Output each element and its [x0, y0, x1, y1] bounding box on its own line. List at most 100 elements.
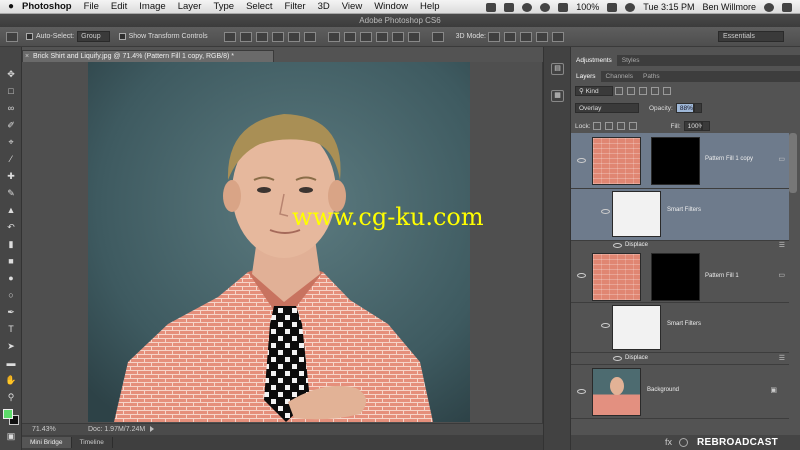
foreground-color-swatch[interactable] — [3, 409, 13, 419]
menu-help[interactable]: Help — [420, 1, 440, 12]
visibility-eye-icon[interactable] — [601, 323, 610, 328]
user-name[interactable]: Ben Willmore — [702, 2, 756, 12]
filter-type-icon[interactable] — [639, 87, 647, 95]
filter-options-icon[interactable]: ☰ — [779, 241, 785, 249]
menu-window[interactable]: Window — [374, 1, 408, 12]
timemachine-icon[interactable] — [522, 2, 533, 12]
eraser-tool-icon[interactable]: ▮ — [5, 239, 17, 250]
lock-transparent-icon[interactable] — [592, 122, 601, 130]
blur-tool-icon[interactable]: ● — [5, 273, 17, 284]
layer-name[interactable]: Pattern Fill 1 copy — [705, 156, 753, 162]
filter-adjustment-icon[interactable] — [627, 87, 635, 95]
wifi-icon[interactable] — [625, 2, 636, 12]
smart-filter-mask-thumbnail[interactable] — [612, 191, 661, 237]
align-middle-icon[interactable] — [239, 31, 252, 42]
close-tab-icon[interactable]: × — [25, 51, 29, 62]
align-bottom-icon[interactable] — [255, 31, 268, 42]
shape-tool-icon[interactable]: ▬ — [5, 358, 17, 369]
dodge-tool-icon[interactable]: ○ — [5, 290, 17, 301]
layer-pattern-fill-1-copy[interactable]: Pattern Fill 1 copy ▭ — [571, 133, 789, 189]
history-panel-icon[interactable]: ▤ — [551, 63, 564, 75]
smart-filter-mask-thumbnail[interactable] — [612, 305, 661, 350]
tab-timeline[interactable]: Timeline — [72, 437, 113, 448]
distribute-center-icon[interactable] — [391, 31, 404, 42]
bluetooth-icon[interactable] — [540, 2, 551, 12]
battery-icon[interactable] — [607, 2, 618, 12]
tab-channels[interactable]: Channels — [601, 71, 638, 82]
3d-pan-icon[interactable] — [519, 31, 532, 42]
move-tool-icon[interactable]: ✥ — [5, 69, 17, 80]
distribute-left-icon[interactable] — [375, 31, 388, 42]
doc-size[interactable]: Doc: 1.97M/7.24M — [88, 424, 145, 435]
notification-icon[interactable] — [782, 2, 792, 12]
filter-options-icon[interactable]: ☰ — [779, 354, 785, 362]
filter-displace[interactable]: Displace ☰ — [571, 241, 789, 251]
menu-type[interactable]: Type — [213, 1, 234, 12]
lasso-tool-icon[interactable]: ∞ — [5, 103, 17, 114]
airplay-icon[interactable] — [504, 2, 515, 12]
distribute-bottom-icon[interactable] — [359, 31, 372, 42]
brush-tool-icon[interactable]: ✎ — [5, 188, 17, 199]
align-left-icon[interactable] — [271, 31, 284, 42]
kind-filter-dropdown[interactable]: ⚲ Kind — [575, 86, 613, 96]
dropbox-icon[interactable] — [486, 2, 497, 12]
auto-select-dropdown[interactable]: Group — [77, 31, 110, 42]
blend-mode-dropdown[interactable]: Overlay — [575, 103, 639, 113]
menu-select[interactable]: Select — [246, 1, 272, 12]
tab-adjustments[interactable]: Adjustments — [571, 55, 617, 66]
menu-edit[interactable]: Edit — [111, 1, 127, 12]
menu-view[interactable]: View — [342, 1, 362, 12]
align-top-icon[interactable] — [223, 31, 236, 42]
filter-pixel-icon[interactable] — [615, 87, 623, 95]
layer-background[interactable]: Background ▣ — [571, 365, 789, 419]
layers-scrollbar[interactable] — [789, 133, 797, 193]
layer-thumbnail[interactable] — [592, 368, 641, 416]
filter-name[interactable]: Displace — [625, 242, 648, 248]
quick-select-tool-icon[interactable]: ✐ — [5, 120, 17, 131]
filter-smart-object-icon[interactable] — [663, 87, 671, 95]
visibility-eye-icon[interactable] — [613, 243, 622, 248]
gradient-tool-icon[interactable]: ■ — [5, 256, 17, 267]
hand-tool-icon[interactable]: ✋ — [5, 375, 17, 386]
zoom-tool-icon[interactable]: ⚲ — [5, 392, 17, 403]
distribute-right-icon[interactable] — [407, 31, 420, 42]
3d-scale-icon[interactable] — [551, 31, 564, 42]
opacity-slider-button[interactable] — [693, 103, 702, 113]
distribute-top-icon[interactable] — [327, 31, 340, 42]
document-image[interactable] — [88, 62, 470, 422]
fx-icon[interactable]: fx — [665, 437, 672, 447]
visibility-eye-icon[interactable] — [577, 273, 586, 278]
align-center-icon[interactable] — [287, 31, 300, 42]
history-brush-tool-icon[interactable]: ↶ — [5, 222, 17, 233]
fill-slider-button[interactable] — [701, 121, 710, 131]
apple-icon[interactable]: ● — [0, 1, 22, 12]
healing-brush-tool-icon[interactable]: ✚ — [5, 171, 17, 182]
layer-name[interactable]: Background — [647, 387, 679, 393]
distribute-middle-icon[interactable] — [343, 31, 356, 42]
opacity-field[interactable]: 88% — [675, 103, 694, 113]
fill-field[interactable]: 100% — [683, 121, 704, 131]
zoom-level[interactable]: 71.43% — [32, 424, 56, 435]
marquee-tool-icon[interactable]: □ — [5, 86, 17, 97]
filter-displace[interactable]: Displace ☰ — [571, 353, 789, 365]
lock-image-icon[interactable] — [604, 122, 613, 130]
visibility-eye-icon[interactable] — [577, 389, 586, 394]
filter-shape-icon[interactable] — [651, 87, 659, 95]
visibility-eye-icon[interactable] — [577, 158, 586, 163]
type-tool-icon[interactable]: T — [5, 324, 17, 335]
layer-smart-filters[interactable]: Smart Filters — [571, 189, 789, 241]
menu-file[interactable]: File — [84, 1, 99, 12]
lock-position-icon[interactable] — [616, 122, 625, 130]
canvas-area[interactable] — [22, 62, 543, 423]
menu-filter[interactable]: Filter — [284, 1, 305, 12]
3d-orbit-icon[interactable] — [487, 31, 500, 42]
layer-pattern-fill-1[interactable]: Pattern Fill 1 ▭ — [571, 251, 789, 303]
layer-thumbnail[interactable] — [592, 253, 641, 301]
status-menu-arrow-icon[interactable] — [150, 426, 156, 432]
workspace-switcher[interactable]: Essentials — [718, 31, 784, 42]
layer-mask-thumbnail[interactable] — [651, 253, 700, 301]
tab-layers[interactable]: Layers — [571, 71, 601, 82]
quick-mask-icon[interactable]: ▣ — [5, 431, 17, 442]
filter-name[interactable]: Displace — [625, 355, 648, 361]
pen-tool-icon[interactable]: ✒ — [5, 307, 17, 318]
